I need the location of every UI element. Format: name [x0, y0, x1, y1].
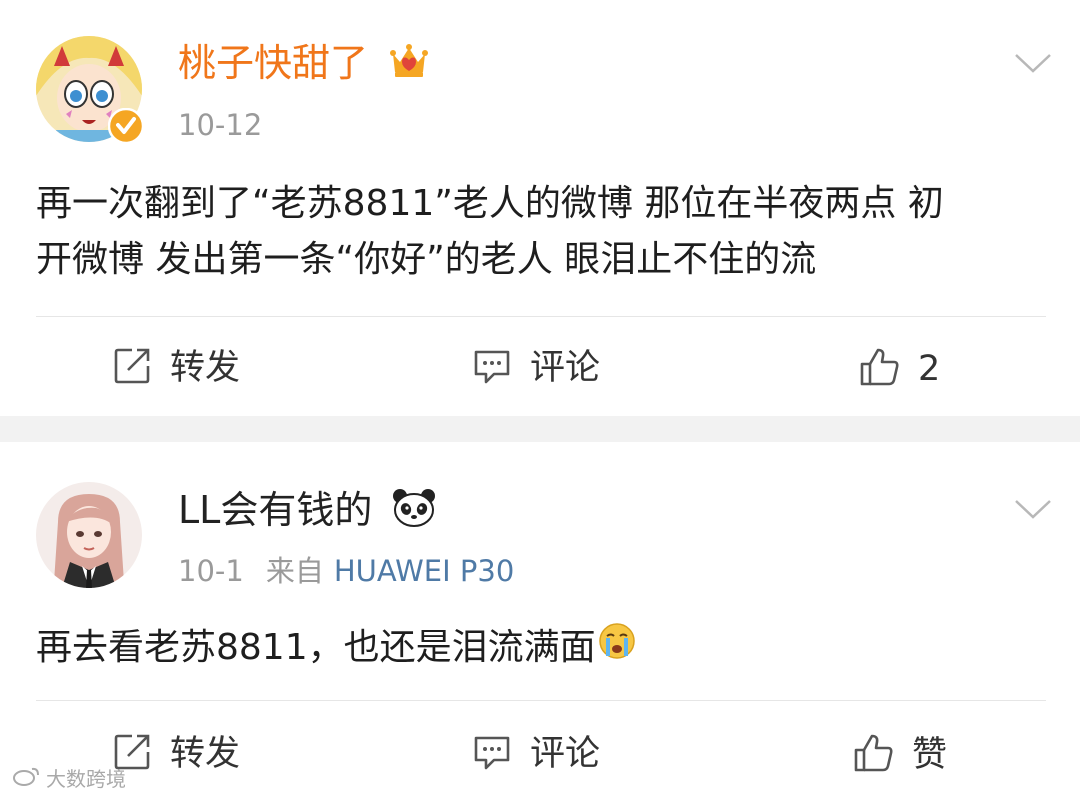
like-label: 赞: [912, 735, 948, 775]
thumbs-up-icon: [852, 732, 894, 778]
avatar[interactable]: [36, 36, 144, 144]
comment-button[interactable]: 评论: [472, 346, 600, 390]
post-text: 再一次翻到了“老苏8811”老人的微博 那位在半夜两点 初 开微博 发出第一条“…: [36, 176, 1046, 288]
like-button[interactable]: 赞: [852, 732, 947, 778]
comment-label: 评论: [530, 734, 601, 774]
thumbs-up-icon: [858, 346, 900, 392]
post-text-line: 再一次翻到了“老苏8811”老人的微博 那位在半夜两点 初: [36, 183, 944, 224]
post-text-line: 再去看老苏8811，也还是泪流满面: [36, 627, 596, 668]
watermark-text: 大数跨境: [46, 767, 126, 791]
date-text: 10-12: [178, 108, 263, 142]
like-count: 2: [918, 349, 941, 389]
panda-emoji-icon: [392, 488, 436, 537]
comment-icon: [472, 346, 512, 390]
repost-label: 转发: [170, 348, 241, 388]
post-text: 再去看老苏8811，也还是泪流满面: [36, 620, 1046, 677]
post-card: 桃子快甜了 10-12 再一次翻到了“老苏8811”老人的微博 那位在半夜两点 …: [0, 0, 1080, 416]
watermark: 大数跨境: [12, 763, 126, 792]
avatar[interactable]: [36, 482, 142, 588]
post-date: 10-12: [178, 108, 262, 142]
chevron-down-icon[interactable]: [1014, 498, 1052, 524]
username[interactable]: LL会有钱的: [178, 488, 436, 537]
username-text[interactable]: LL会有钱的: [178, 488, 372, 532]
date-text: 10-1: [178, 554, 244, 588]
chevron-down-icon[interactable]: [1014, 52, 1052, 78]
crying-emoji-icon: [598, 621, 636, 677]
comment-label: 评论: [530, 348, 601, 388]
repost-label: 转发: [170, 734, 241, 774]
share-icon: [112, 346, 152, 390]
divider: [36, 700, 1046, 701]
post-card: LL会有钱的 10-1 来自 HUAWEI P30 再去看老苏8811，也还是泪流满…: [0, 442, 1080, 800]
weibo-logo-icon: [12, 763, 42, 792]
device-link[interactable]: HUAWEI P30: [334, 554, 514, 588]
post-meta: 10-1 来自 HUAWEI P30: [178, 554, 514, 588]
divider: [36, 316, 1046, 317]
username-text[interactable]: 桃子快甜了: [178, 41, 368, 85]
crown-badge-icon: [388, 40, 430, 91]
post-text-line: 开微博 发出第一条“你好”的老人 眼泪止不住的流: [36, 239, 817, 280]
like-button[interactable]: 2: [858, 346, 940, 392]
username[interactable]: 桃子快甜了: [178, 40, 430, 91]
comment-button[interactable]: 评论: [472, 732, 600, 776]
post-separator: [0, 416, 1080, 442]
source-label: 来自: [265, 554, 324, 588]
repost-button[interactable]: 转发: [112, 346, 240, 390]
comment-icon: [472, 732, 512, 776]
repost-button[interactable]: 转发: [112, 732, 240, 776]
verified-badge-icon: [108, 108, 144, 144]
